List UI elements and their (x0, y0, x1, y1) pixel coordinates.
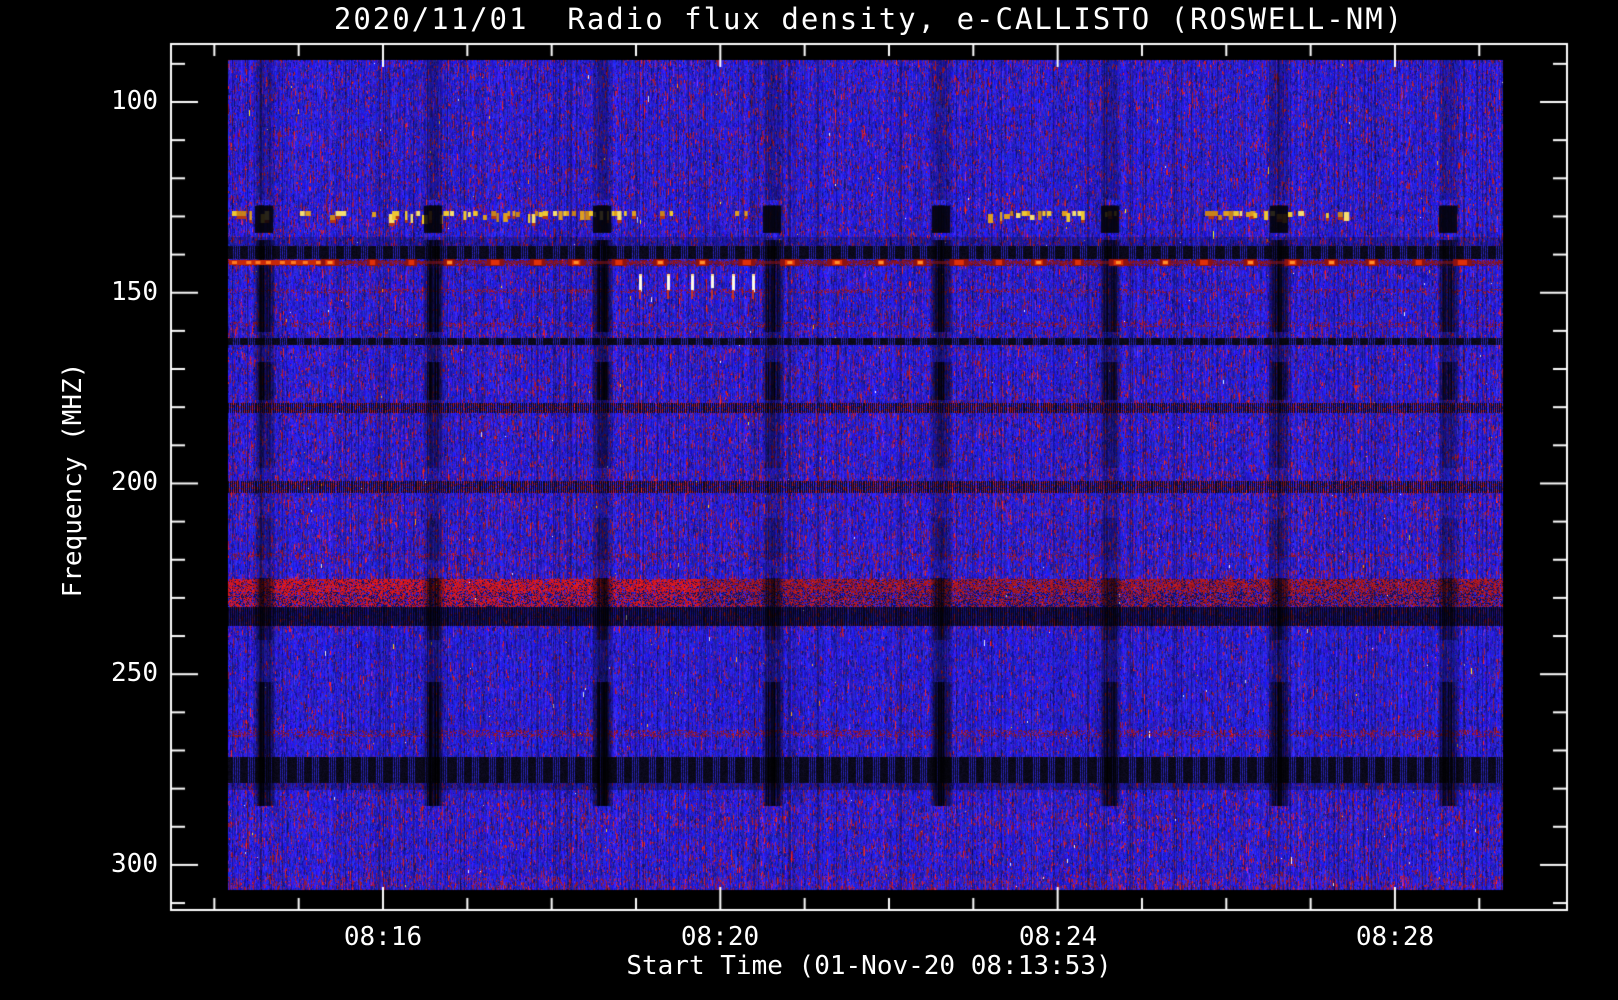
y-tick-label-300: 300 (40, 849, 158, 879)
spectrogram-plot: 2020/11/01 Radio flux density, e-CALLIST… (0, 0, 1618, 1000)
spectrogram-canvas (0, 0, 1618, 1000)
x-tick-label-0824: 08:24 (988, 922, 1128, 952)
y-tick-label-100: 100 (40, 86, 158, 116)
x-tick-label-0820: 08:20 (650, 922, 790, 952)
y-tick-label-150: 150 (40, 277, 158, 307)
y-tick-label-250: 250 (40, 658, 158, 688)
chart-title: 2020/11/01 Radio flux density, e-CALLIST… (171, 2, 1567, 36)
x-tick-label-0828: 08:28 (1325, 922, 1465, 952)
y-axis-title: Frequency (MHZ) (58, 320, 90, 640)
x-axis-title: Start Time (01-Nov-20 08:13:53) (171, 951, 1567, 981)
x-tick-label-0816: 08:16 (313, 922, 453, 952)
